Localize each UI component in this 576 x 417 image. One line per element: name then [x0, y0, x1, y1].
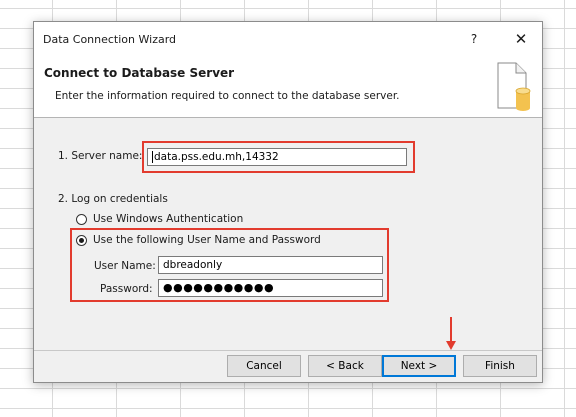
next-button[interactable]: Next > — [382, 355, 456, 377]
windows-auth-radio[interactable] — [76, 213, 87, 225]
finish-button[interactable]: Finish — [463, 355, 537, 377]
password-label: Password: — [100, 283, 153, 295]
password-input[interactable]: ●●●●●●●●●●● — [158, 279, 383, 297]
title-bar: Data Connection Wizard ? ✕ — [34, 22, 542, 57]
windows-auth-option[interactable]: Use Windows Authentication — [76, 213, 243, 225]
server-name-input[interactable]: data.pss.edu.mh,14332 — [147, 148, 407, 166]
cancel-button[interactable]: Cancel — [227, 355, 301, 377]
window-title: Data Connection Wizard — [43, 33, 177, 46]
username-label: User Name: — [94, 260, 156, 272]
user-password-option[interactable]: Use the following User Name and Password — [76, 234, 321, 246]
server-name-label: 1. Server name: — [58, 150, 143, 162]
help-button[interactable]: ? — [462, 27, 486, 51]
windows-auth-label: Use Windows Authentication — [93, 213, 244, 225]
text-caret — [152, 151, 153, 163]
server-name-value: data.pss.edu.mh,14332 — [154, 151, 279, 163]
footer-divider — [34, 350, 542, 351]
close-button[interactable]: ✕ — [509, 27, 533, 51]
page-description: Enter the information required to connec… — [55, 90, 400, 102]
credentials-label: 2. Log on credentials — [58, 193, 168, 205]
data-connection-wizard-dialog: Data Connection Wizard ? ✕ Connect to Da… — [33, 21, 543, 383]
username-input[interactable]: dbreadonly — [158, 256, 383, 274]
user-password-label: Use the following User Name and Password — [93, 234, 321, 246]
down-arrow-annotation — [446, 317, 456, 350]
wizard-header: Connect to Database Server Enter the inf… — [34, 57, 542, 118]
user-password-radio[interactable] — [76, 234, 87, 246]
back-button[interactable]: < Back — [308, 355, 382, 377]
database-document-icon — [497, 62, 531, 111]
page-title: Connect to Database Server — [44, 66, 235, 80]
